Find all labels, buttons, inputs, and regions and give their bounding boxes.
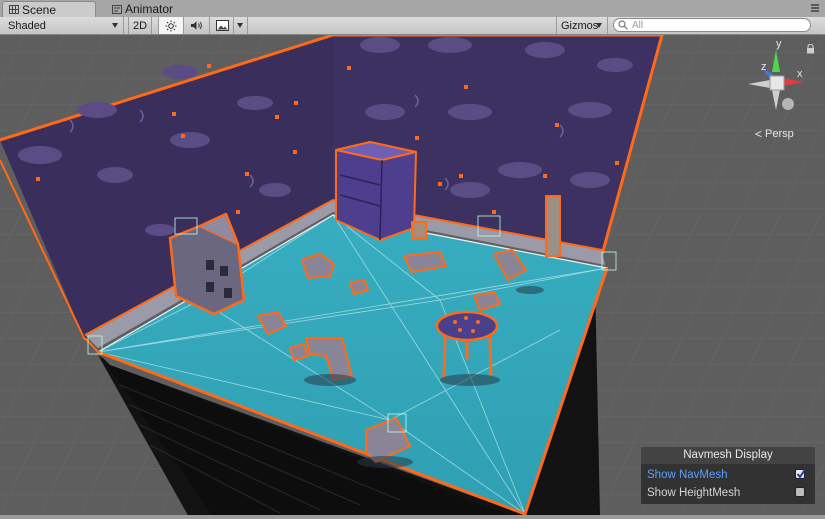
window-bottom-edge: [0, 515, 825, 519]
gizmos-label: Gizmos: [561, 19, 599, 32]
projection-label: Persp: [765, 128, 794, 140]
show-heightmesh-checkbox[interactable]: [795, 487, 805, 497]
chevron-left-icon: <: [755, 127, 763, 141]
chevron-down-icon: [112, 23, 118, 28]
show-navmesh-checkbox[interactable]: [795, 468, 806, 479]
gizmo-y-label: y: [776, 38, 782, 50]
gizmo-z-label: z: [761, 61, 767, 73]
gizmos-dropdown[interactable]: Gizmos: [556, 17, 608, 34]
show-heightmesh-toggle[interactable]: Show HeightMesh: [647, 485, 809, 501]
scene-effects-button[interactable]: [212, 17, 234, 34]
shading-mode-dropdown[interactable]: Shaded: [0, 17, 124, 34]
projection-toggle[interactable]: < Persp: [755, 127, 794, 141]
show-heightmesh-label: Show HeightMesh: [647, 487, 741, 499]
chevron-down-icon: [596, 23, 602, 28]
panel-menu-icon[interactable]: [809, 2, 821, 14]
tab-animator-label: Animator: [125, 2, 174, 16]
tab-animator[interactable]: Animator: [106, 1, 196, 17]
show-navmesh-toggle[interactable]: Show NavMesh: [647, 467, 809, 483]
scene-search-field[interactable]: [613, 18, 811, 32]
chevron-down-icon: [237, 23, 243, 28]
gizmo-x-label: x: [797, 68, 803, 80]
tab-scene-label: Scene: [22, 2, 57, 17]
speaker-icon: [190, 21, 202, 30]
scene-viewport[interactable]: y x z < Persp Navmesh Display Show NavMe…: [0, 35, 825, 519]
scene-effects-dropdown[interactable]: [234, 17, 248, 34]
search-input[interactable]: [629, 19, 792, 31]
navmesh-display-panel: Navmesh Display Show NavMesh Show Height…: [641, 447, 815, 504]
animator-icon: [112, 4, 122, 14]
tab-scene[interactable]: Scene: [2, 1, 96, 17]
sun-icon: [165, 20, 177, 31]
image-icon: [216, 20, 229, 31]
scene-lighting-toggle[interactable]: [158, 17, 184, 34]
editor-tab-bar: Scene Animator: [0, 0, 825, 18]
scene-audio-toggle[interactable]: [184, 17, 210, 34]
search-icon: [618, 20, 628, 30]
2d-toggle-label: 2D: [132, 19, 148, 32]
lock-icon[interactable]: [806, 44, 815, 54]
show-navmesh-label: Show NavMesh: [647, 469, 728, 481]
scene-grid-icon: [9, 5, 19, 14]
navmesh-display-title: Navmesh Display: [641, 447, 815, 464]
shading-mode-value: Shaded: [8, 19, 46, 32]
2d-toggle-button[interactable]: 2D: [128, 17, 152, 34]
checkmark-icon: [796, 468, 806, 479]
scene-toolbar: Shaded 2D Gizmos: [0, 17, 825, 35]
